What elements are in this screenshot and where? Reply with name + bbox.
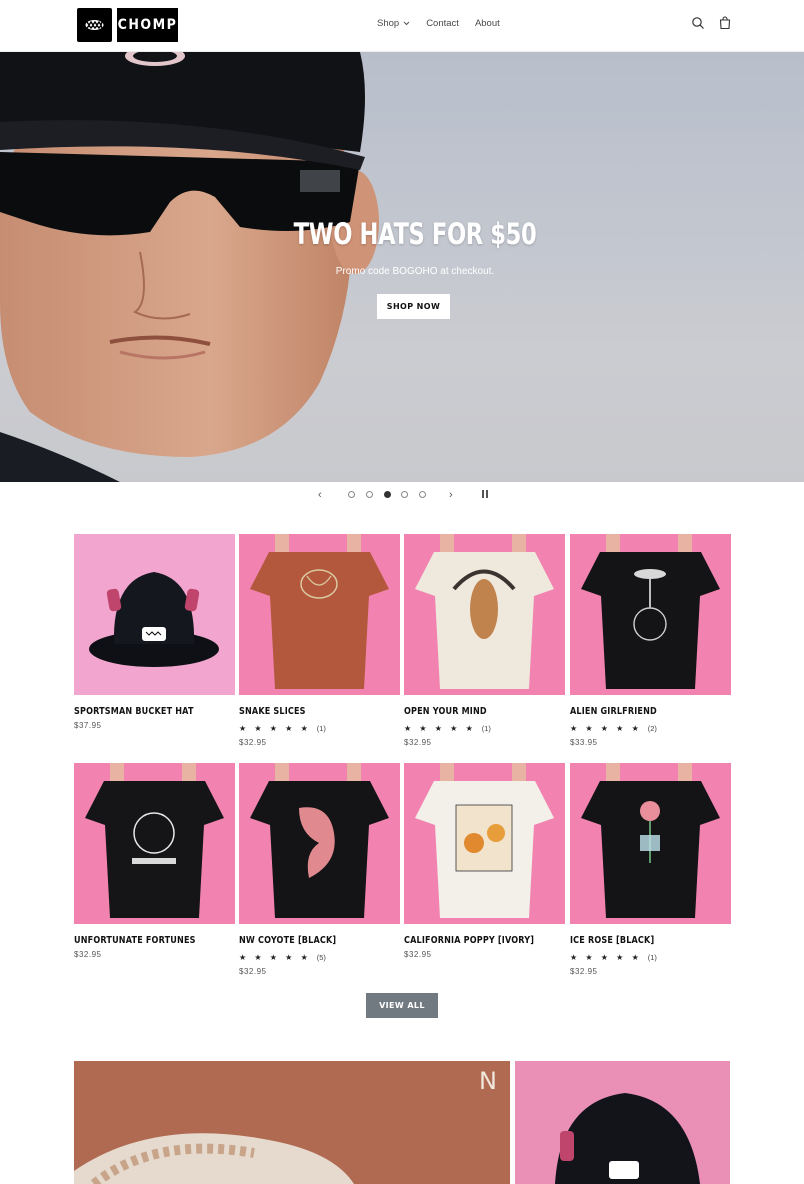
product-price: $37.95 [74,721,102,730]
product-rating: ★ ★ ★ ★ ★ (5) [239,953,401,962]
product-rating: ★ ★ ★ ★ ★ (2) [570,724,732,733]
product-image[interactable] [404,534,565,695]
product-rating: ★ ★ ★ ★ ★ (1) [570,953,732,962]
product-title[interactable]: SPORTSMAN BUCKET HAT [74,706,212,717]
nav-item-shop[interactable]: Shop [377,18,410,29]
product-card[interactable]: OPEN YOUR MIND ★ ★ ★ ★ ★ (1) $32.95 [404,534,566,747]
site-header: CHOMP Shop Contact About [0,0,804,52]
product-image[interactable] [239,534,400,695]
star-rating-icon: ★ ★ ★ ★ ★ [570,724,642,733]
review-count: (1) [481,724,491,733]
product-title[interactable]: ICE ROSE [BLACK] [570,935,708,946]
hero-banner: TWO HATS FOR $50 Promo code BOGOHO at ch… [0,52,804,482]
product-image[interactable] [404,763,565,924]
previous-slide-button[interactable]: ‹ [318,487,322,503]
product-card[interactable]: SNAKE SLICES ★ ★ ★ ★ ★ (1) $32.95 [239,534,401,747]
hero-title: TWO HATS FOR $50 [293,217,537,251]
product-rating: ★ ★ ★ ★ ★ (1) [404,724,566,733]
slide-dot-1[interactable] [348,491,355,498]
product-title[interactable]: CALIFORNIA POPPY [IVORY] [404,935,542,946]
product-title[interactable]: OPEN YOUR MIND [404,706,542,717]
slide-dot-2[interactable] [366,491,373,498]
nav-item-contact[interactable]: Contact [426,18,459,29]
svg-text:N: N [479,1067,497,1095]
cart-button[interactable] [715,15,735,35]
slideshow-controls: ‹ › [0,487,804,503]
product-card[interactable]: SPORTSMAN BUCKET HAT $37.95 [74,534,236,730]
slide-dot-5[interactable] [419,491,426,498]
star-rating-icon: ★ ★ ★ ★ ★ [239,724,311,733]
logo-wordmark[interactable]: CHOMP [117,8,178,42]
star-rating-icon: ★ ★ ★ ★ ★ [570,953,642,962]
review-count: (1) [647,953,657,962]
review-count: (2) [647,724,657,733]
product-price: $32.95 [239,738,267,747]
product-image[interactable] [74,763,235,924]
product-image[interactable] [570,763,731,924]
product-image[interactable] [570,534,731,695]
nav-item-label: Shop [377,18,400,29]
product-card[interactable]: ALIEN GIRLFRIEND ★ ★ ★ ★ ★ (2) $33.95 [570,534,732,747]
search-button[interactable] [688,15,708,35]
product-image[interactable] [74,534,235,695]
slide-dot-4[interactable] [401,491,408,498]
review-count: (1) [316,724,326,733]
main-nav: Shop Contact About [377,18,516,29]
product-title[interactable]: UNFORTUNATE FORTUNES [74,935,212,946]
slide-dot-3[interactable] [384,491,391,498]
product-title[interactable]: ALIEN GIRLFRIEND [570,706,708,717]
product-card[interactable]: CALIFORNIA POPPY [IVORY] $32.95 [404,763,566,959]
product-title[interactable]: SNAKE SLICES [239,706,377,717]
product-price: $32.95 [404,950,432,959]
product-title[interactable]: NW COYOTE [BLACK] [239,935,377,946]
review-count: (5) [316,953,326,962]
product-card[interactable]: UNFORTUNATE FORTUNES $32.95 [74,763,236,959]
shop-now-button[interactable]: SHOP NOW [377,294,450,319]
product-card[interactable]: NW COYOTE [BLACK] ★ ★ ★ ★ ★ (5) $32.95 [239,763,401,976]
featured-image-right[interactable] [515,1061,730,1184]
product-price: $32.95 [570,967,598,976]
cart-icon [718,15,732,35]
logo-mark-icon[interactable] [77,8,112,42]
pause-slideshow-button[interactable] [481,490,489,499]
view-all-button[interactable]: VIEW ALL [366,993,438,1018]
product-price: $33.95 [570,738,598,747]
star-rating-icon: ★ ★ ★ ★ ★ [239,953,311,962]
product-card[interactable]: ICE ROSE [BLACK] ★ ★ ★ ★ ★ (1) $32.95 [570,763,732,976]
next-slide-button[interactable]: › [449,487,453,503]
product-price: $32.95 [404,738,432,747]
nav-item-label: Contact [426,18,459,29]
product-image[interactable] [239,763,400,924]
product-price: $32.95 [239,967,267,976]
nav-item-label: About [474,18,500,29]
chevron-down-icon [403,18,410,29]
product-rating: ★ ★ ★ ★ ★ (1) [239,724,401,733]
nav-item-about[interactable]: About [475,18,500,29]
hero-subtitle: Promo code BOGOHO at checkout. [335,266,495,277]
search-icon [691,16,705,35]
product-price: $32.95 [74,950,102,959]
featured-image-left[interactable]: N [74,1061,510,1184]
star-rating-icon: ★ ★ ★ ★ ★ [404,724,476,733]
